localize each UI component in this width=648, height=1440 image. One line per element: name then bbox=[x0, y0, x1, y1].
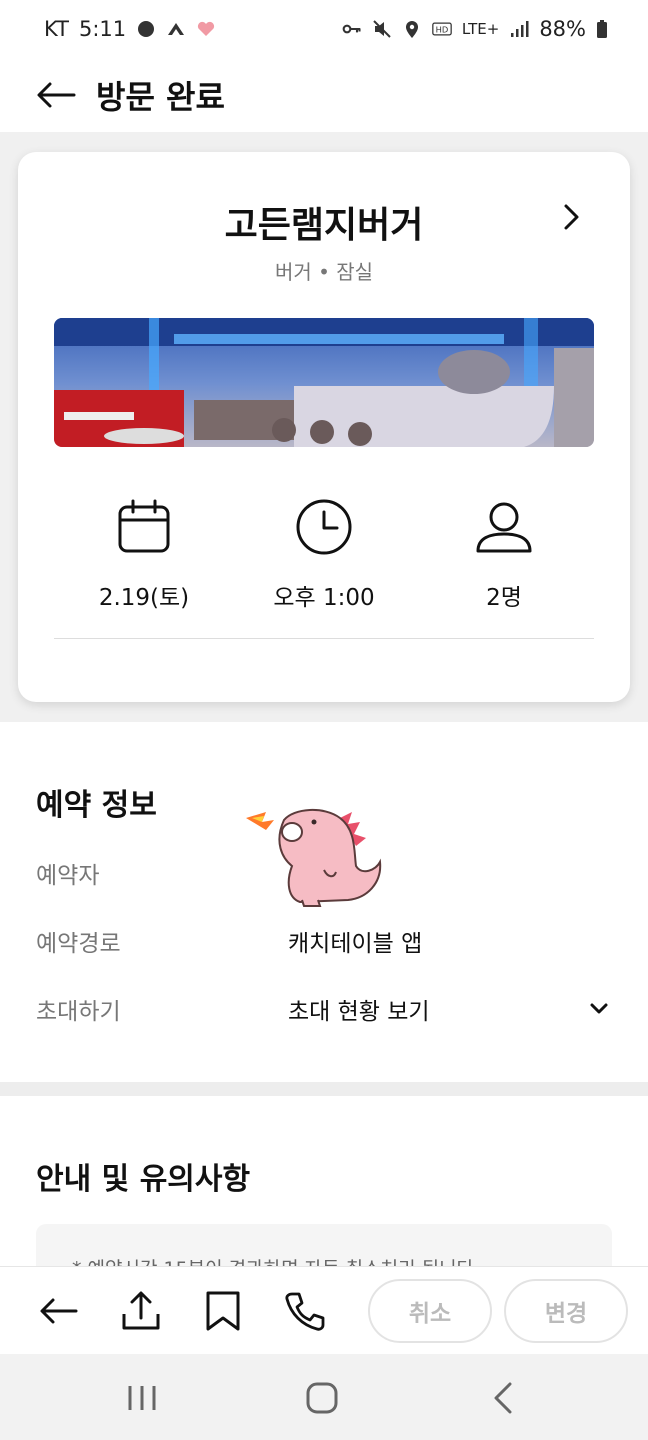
svg-text:HD: HD bbox=[435, 24, 448, 34]
reservation-card: 고든램지버거 버거 • 잠실 2.19(토) 오후 1:00 2명 bbox=[18, 152, 630, 702]
nav-back-icon[interactable] bbox=[486, 1380, 522, 1416]
invite-label: 초대하기 bbox=[36, 999, 121, 1025]
notice-section: 안내 및 유의사항 * 예약시간 15분이 경과하면 자동 취소처리 됩니다. bbox=[0, 1096, 648, 1284]
restaurant-category: 버거 • 잠실 bbox=[274, 260, 374, 284]
vpn-key-icon bbox=[342, 24, 361, 34]
location-icon bbox=[405, 21, 418, 38]
chevron-down-icon[interactable] bbox=[586, 996, 612, 1022]
app-notification-icon bbox=[168, 23, 185, 35]
page-title: 방문 완료 bbox=[96, 78, 225, 116]
battery-icon bbox=[597, 20, 607, 38]
reservation-time: 오후 1:00 bbox=[273, 585, 375, 611]
signal-icon bbox=[511, 21, 529, 37]
reservation-row-channel: 예약경로 캐치테이블 앱 bbox=[36, 924, 612, 958]
party-size: 2명 bbox=[486, 585, 522, 611]
change-button[interactable]: 변경 bbox=[504, 1279, 628, 1343]
reservation-row-name: 예약자 bbox=[36, 856, 612, 890]
notice-title: 안내 및 유의사항 bbox=[36, 1162, 251, 1197]
cancel-button[interactable]: 취소 bbox=[368, 1279, 492, 1343]
invite-row[interactable]: 초대하기 초대 현황 보기 bbox=[36, 992, 612, 1026]
calendar-icon bbox=[118, 499, 170, 553]
time-item: 오후 1:00 bbox=[234, 498, 414, 612]
carrier-label: KT bbox=[44, 17, 69, 41]
network-type: LTE+ bbox=[461, 20, 500, 38]
bookmark-icon[interactable] bbox=[202, 1290, 244, 1332]
date-item: 2.19(토) bbox=[54, 498, 234, 612]
back-button[interactable] bbox=[36, 75, 76, 115]
section-divider bbox=[0, 1082, 648, 1096]
status-bar: KT 5:11 HD LTE+ 88% bbox=[0, 0, 648, 58]
battery-percent: 88% bbox=[539, 17, 586, 41]
reservation-info-section: 예약 정보 예약자 예약경로 캐치테이블 앱 초대하기 초대 현황 보기 bbox=[0, 722, 648, 1082]
clock: 5:11 bbox=[78, 17, 127, 41]
hd-voice-icon: HD bbox=[432, 22, 452, 36]
reservation-summary: 2.19(토) 오후 1:00 2명 bbox=[54, 498, 594, 612]
action-bar: 취소 변경 bbox=[0, 1266, 648, 1354]
clock-icon bbox=[296, 499, 352, 555]
share-icon[interactable] bbox=[120, 1290, 162, 1332]
recent-apps-icon[interactable] bbox=[124, 1380, 160, 1416]
chevron-right-icon[interactable] bbox=[556, 202, 586, 232]
app-header: 방문 완료 bbox=[0, 58, 648, 132]
restaurant-name[interactable]: 고든램지버거 bbox=[18, 196, 630, 248]
person-icon bbox=[476, 502, 532, 553]
reservation-date: 2.19(토) bbox=[98, 585, 190, 611]
reserver-label: 예약자 bbox=[36, 863, 100, 889]
mute-icon bbox=[373, 20, 391, 38]
reservation-info-title: 예약 정보 bbox=[36, 788, 157, 823]
system-nav-bar bbox=[0, 1354, 648, 1440]
card-divider bbox=[54, 638, 594, 639]
phone-icon[interactable] bbox=[284, 1290, 326, 1332]
chat-bubble-icon bbox=[138, 21, 155, 37]
restaurant-photo[interactable] bbox=[54, 318, 594, 447]
channel-label: 예약경로 bbox=[36, 931, 121, 957]
heart-icon bbox=[198, 21, 215, 36]
arrow-left-icon[interactable] bbox=[38, 1290, 80, 1332]
home-icon[interactable] bbox=[304, 1380, 340, 1416]
party-item: 2명 bbox=[414, 498, 594, 612]
invite-status-link[interactable]: 초대 현황 보기 bbox=[288, 992, 430, 1026]
arrow-left-icon bbox=[37, 82, 76, 108]
channel-value: 캐치테이블 앱 bbox=[288, 931, 423, 957]
